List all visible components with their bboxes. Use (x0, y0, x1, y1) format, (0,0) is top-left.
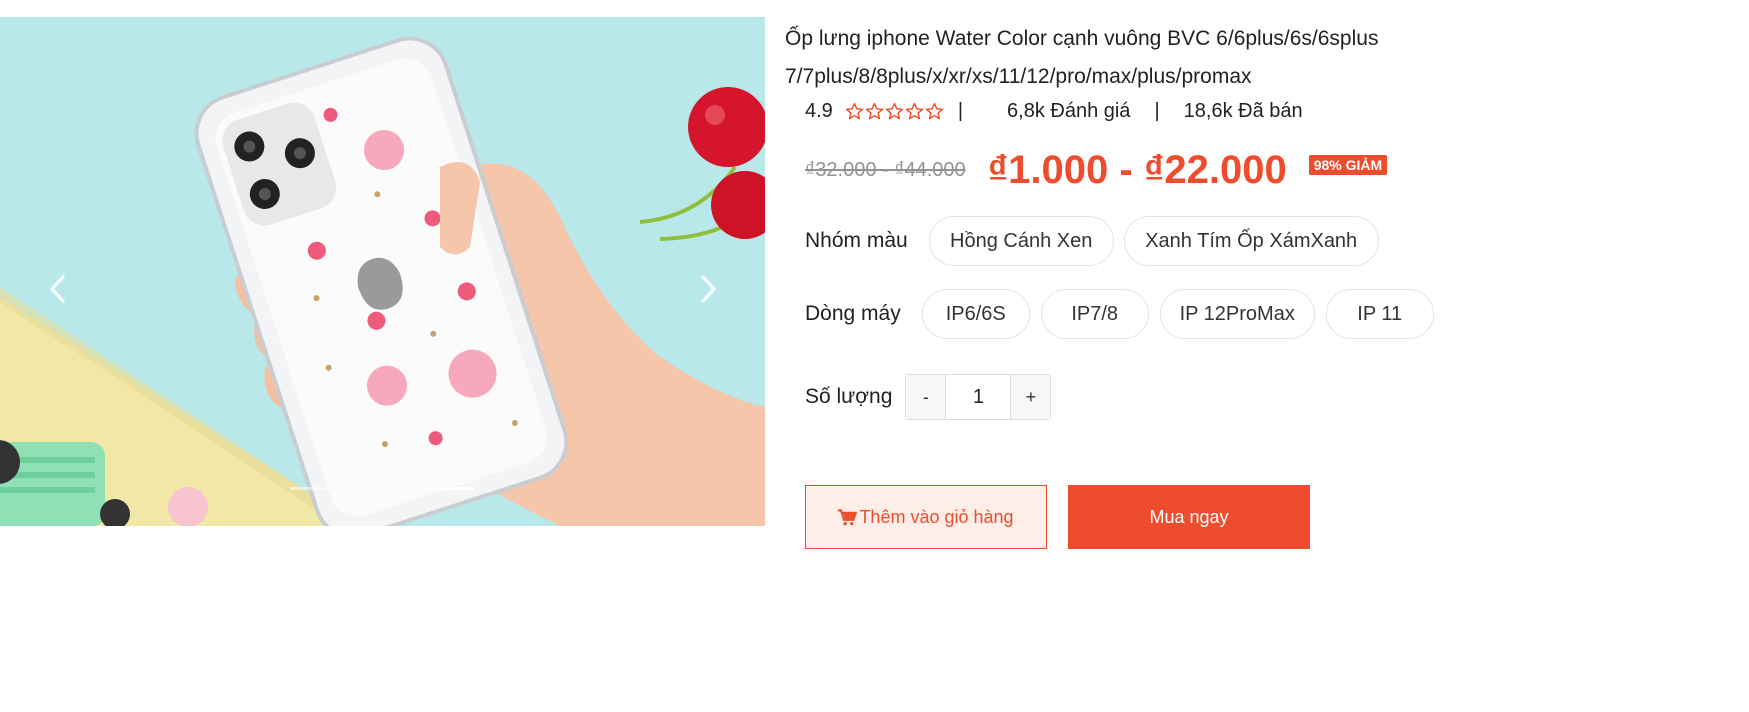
stats-separator: | (1154, 100, 1160, 122)
buy-now-button[interactable]: Mua ngay (1068, 485, 1310, 549)
model-group-label: Dòng máy (805, 302, 901, 325)
price-row: ₫32.000 - ₫44.000 ₫1.000 - ₫22.000 98% G… (805, 148, 1388, 193)
model-option-ip12promax[interactable]: IP 12ProMax (1159, 289, 1315, 339)
product-info: Ốp lưng iphone Water Color cạnh vuông BV… (785, 20, 1725, 549)
star-icon (905, 102, 923, 120)
product-stats: 4.9 | 6,8k Đánh giá | 18,6k Đã bán (805, 100, 1303, 123)
model-option-row: Dòng máy IP6/6S IP7/8 IP 12ProMax IP 11 (805, 289, 1434, 339)
model-option-ip7[interactable]: IP7/8 (1040, 289, 1149, 339)
rating-value: 4.9 (805, 100, 833, 122)
color-option-row: Nhóm màu Hồng Cánh Xen Xanh Tím Ốp XámXa… (805, 216, 1379, 266)
quantity-increase-button[interactable]: + (1011, 375, 1051, 419)
color-option-xanh-tim[interactable]: Xanh Tím Ốp XámXanh (1123, 216, 1379, 266)
add-to-cart-label: Thêm vào giỏ hàng (859, 506, 1014, 527)
carousel-indicator-1[interactable] (290, 487, 330, 490)
star-icon (845, 102, 863, 120)
quantity-label: Số lượng (805, 385, 893, 408)
carousel-indicator-4[interactable] (434, 487, 474, 490)
product-title: Ốp lưng iphone Water Color cạnh vuông BV… (785, 27, 1379, 88)
star-icon (925, 102, 943, 120)
chevron-left-icon (49, 275, 65, 303)
chevron-right-icon (701, 275, 717, 303)
sold-count: 18,6k Đã bán (1183, 100, 1303, 122)
color-group-label: Nhóm màu (805, 229, 908, 252)
carousel-next-button[interactable] (688, 269, 728, 309)
star-icon (865, 102, 883, 120)
quantity-row: Số lượng - + (805, 374, 1052, 420)
reviews-count: 6,8k Đánh giá (1007, 100, 1131, 122)
carousel-indicators (290, 487, 474, 490)
carousel-prev-button[interactable] (38, 269, 78, 309)
discount-badge: 98% GIẢM (1308, 154, 1388, 175)
add-to-cart-button[interactable]: Thêm vào giỏ hàng (805, 485, 1047, 549)
carousel-indicator-2[interactable] (338, 487, 378, 490)
rating-stars (845, 102, 944, 121)
quantity-input[interactable] (945, 375, 1012, 419)
model-option-ip6[interactable]: IP6/6S (921, 289, 1030, 339)
product-photo (0, 17, 765, 526)
color-option-hong-canh-xen[interactable]: Hồng Cánh Xen (928, 216, 1114, 266)
model-option-ip11[interactable]: IP 11 (1325, 289, 1434, 339)
carousel-indicator-3[interactable] (386, 487, 426, 490)
current-price: ₫1.000 - ₫22.000 (987, 148, 1287, 192)
quantity-decrease-button[interactable]: - (906, 375, 946, 419)
product-image-carousel[interactable] (0, 17, 765, 526)
old-price: ₫32.000 - ₫44.000 (805, 159, 966, 181)
star-icon (885, 102, 903, 120)
cart-icon (838, 508, 858, 525)
stats-separator: | (957, 100, 964, 122)
quantity-stepper: - + (905, 374, 1052, 420)
